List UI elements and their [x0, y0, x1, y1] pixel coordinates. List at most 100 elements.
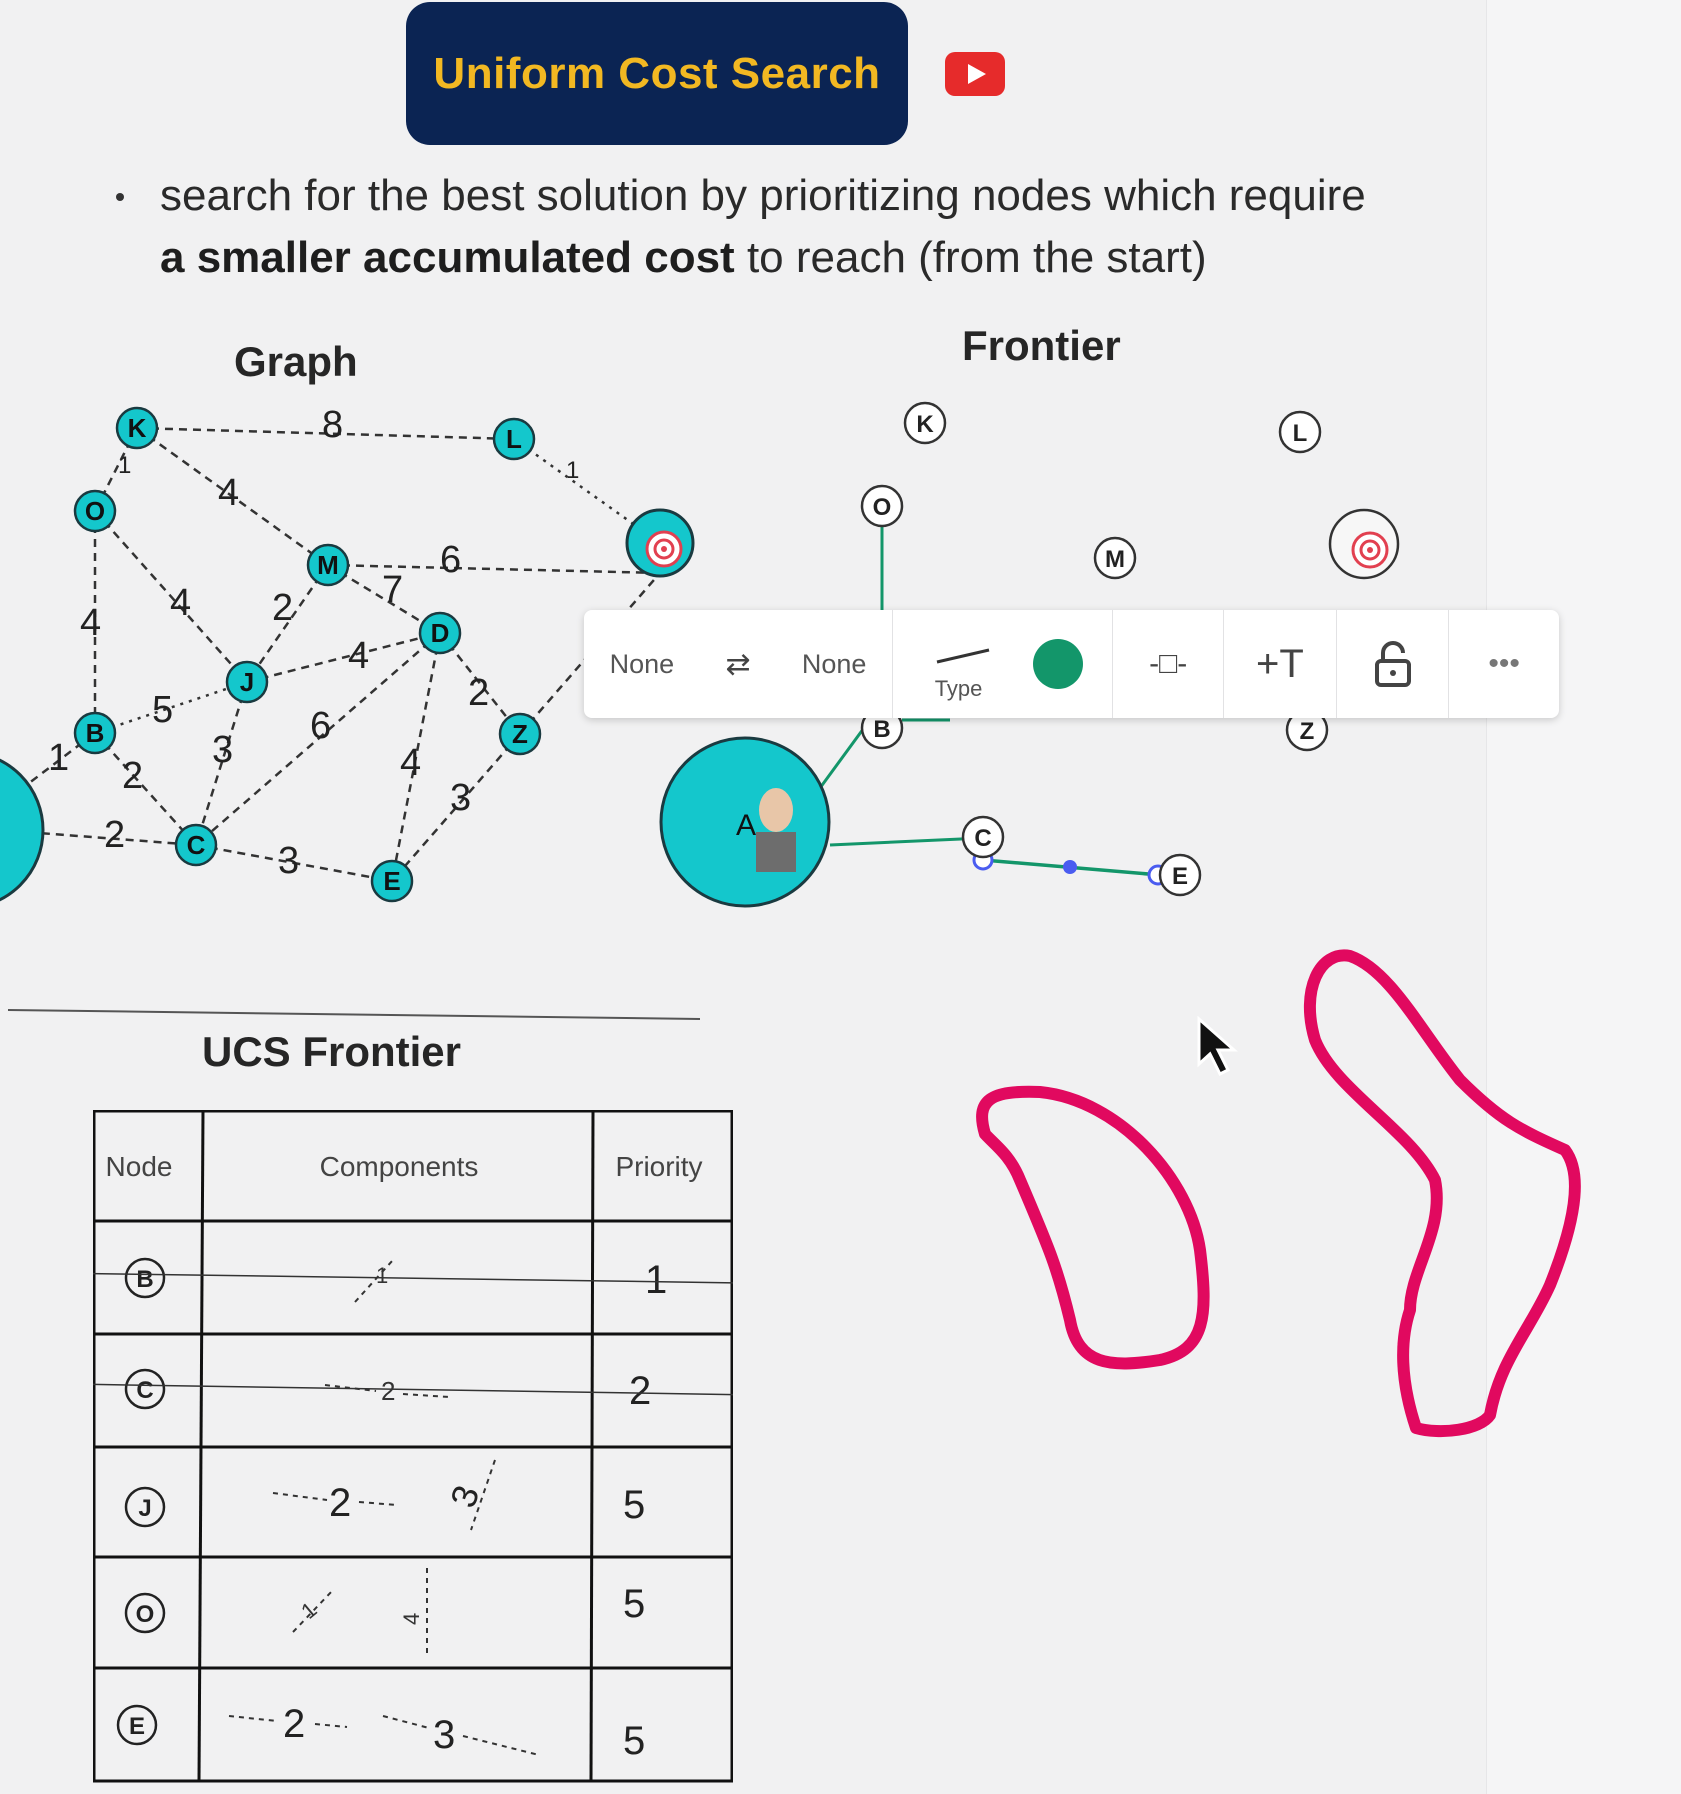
- row-node: B: [136, 1266, 153, 1293]
- edge-label: 2: [272, 587, 293, 629]
- graph-node-z: Z: [498, 712, 542, 756]
- bullet-text: search for the best solution by prioriti…: [160, 165, 1480, 289]
- line-type-icon: [936, 648, 990, 664]
- row-priority: 5: [623, 1582, 645, 1626]
- bullet-bold: a smaller accumulated cost: [160, 233, 735, 282]
- edge-label: 5: [152, 689, 173, 731]
- bullet-prefix: search for the best solution by prioriti…: [160, 171, 1366, 220]
- bullet-dot: [116, 193, 124, 201]
- strike-line: [93, 1272, 733, 1284]
- page-title: Uniform Cost Search: [433, 48, 881, 98]
- table-row: B 1 1: [93, 1257, 733, 1303]
- edge-label: 3: [212, 729, 233, 771]
- start-cap-select[interactable]: None: [610, 649, 675, 680]
- edge-label: 4: [400, 742, 421, 784]
- row-priority: 2: [629, 1369, 651, 1413]
- frontier-heading: Frontier: [962, 322, 1121, 369]
- graph-heading: Graph: [234, 338, 358, 385]
- row-component: 4: [399, 1613, 424, 1625]
- row-component: 1: [376, 1263, 388, 1288]
- line-color-swatch[interactable]: [1032, 639, 1083, 689]
- end-cap-select[interactable]: None: [802, 649, 867, 680]
- pink-ink-annotations: [976, 949, 1581, 1438]
- node-label: K: [916, 411, 934, 438]
- node-label: K: [128, 413, 147, 443]
- row-component: 2: [329, 1481, 351, 1525]
- node-label: L: [506, 424, 522, 454]
- row-component: 1: [296, 1597, 321, 1624]
- edge-label: 1: [566, 457, 579, 484]
- column-header: Node: [106, 1151, 173, 1182]
- edge-label: 4: [348, 635, 369, 677]
- row-node: O: [136, 1601, 155, 1628]
- more-dots-icon[interactable]: •••: [1488, 647, 1520, 681]
- graph-node-c: C: [174, 823, 218, 867]
- node-label: L: [1293, 420, 1308, 447]
- swap-arrows-icon[interactable]: ⇄: [725, 647, 750, 682]
- edge-label: 2: [104, 814, 125, 856]
- edge-label: 7: [382, 569, 403, 611]
- graph-node-e: E: [370, 859, 414, 903]
- graph-node-l: L: [492, 417, 536, 461]
- node-label: E: [1172, 863, 1188, 890]
- ink-shape-left: [976, 1085, 1210, 1370]
- graph-node-j: J: [225, 660, 269, 704]
- ucs-frontier-table: Node Components Priority B 1 1 C 2 2 J 2…: [93, 1110, 733, 1783]
- connector-toolbar: None ⇄ None Type -□- +T •••: [584, 610, 1559, 718]
- line-caps-group: None ⇄ None: [584, 610, 894, 718]
- node-label: C: [974, 825, 991, 852]
- graph-start-node: [0, 758, 45, 902]
- frontier-node-o: O: [860, 484, 904, 528]
- table-row: E 2 3 5: [116, 1702, 645, 1763]
- edge-label: 4: [170, 582, 191, 624]
- lock-group: [1337, 610, 1450, 718]
- edge-label: 4: [218, 472, 239, 514]
- add-text-button[interactable]: +T: [1256, 642, 1304, 687]
- column-header: Components: [320, 1151, 479, 1182]
- table-row: J 2 3 5: [124, 1459, 645, 1531]
- graph-nodes: K L O M J D B Z C E: [73, 406, 542, 903]
- row-component: 3: [433, 1713, 455, 1757]
- graph-edge-labels: 8 1 1 4 4 4 6 2 7 4 5 6 2 3 2 4 3 1 2 3: [48, 404, 579, 882]
- frontier-goal-node: [1328, 508, 1400, 580]
- node-label: J: [240, 667, 254, 697]
- edge-label: 2: [468, 672, 489, 714]
- node-label: B: [86, 718, 105, 748]
- row-component: 2: [283, 1702, 305, 1746]
- node-label: M: [317, 550, 339, 580]
- row-priority: 5: [623, 1719, 645, 1763]
- node-label: M: [1105, 546, 1125, 573]
- table-row: C 2 2: [93, 1368, 733, 1413]
- line-type-button[interactable]: Type: [923, 610, 1003, 718]
- node-label: O: [873, 494, 892, 521]
- unlock-icon[interactable]: [1373, 641, 1413, 687]
- ucs-frontier-heading: UCS Frontier: [202, 1028, 462, 1075]
- node-label: O: [85, 496, 105, 526]
- row-node: E: [129, 1713, 145, 1740]
- line-type-label: Type: [934, 676, 983, 701]
- table-header: Node Components Priority: [106, 1151, 703, 1182]
- graph-node-o: O: [73, 489, 117, 533]
- frontier-node-e: E: [1158, 853, 1202, 897]
- graph-node-d: D: [418, 611, 462, 655]
- table-row: O 1 4 5: [124, 1568, 645, 1655]
- row-priority: 5: [623, 1483, 645, 1527]
- frontier-edge-a-c: [829, 836, 984, 847]
- add-waypoint-icon[interactable]: -□-: [1149, 647, 1187, 681]
- edge-label: 1: [118, 452, 131, 479]
- column-header: Priority: [615, 1151, 702, 1182]
- edge-label: 8: [322, 404, 343, 446]
- line-style-group: Type: [893, 610, 1114, 718]
- title-banner: Uniform Cost Search: [406, 2, 908, 145]
- waypoint-group: -□-: [1113, 610, 1225, 718]
- node-label: Z: [1300, 718, 1315, 745]
- edge-label: 2: [122, 755, 143, 797]
- frontier-selection-handles: [972, 849, 1169, 886]
- start-label: A: [736, 809, 756, 842]
- graph-node-m: M: [306, 543, 350, 587]
- edge-label: 3: [450, 777, 471, 819]
- more-group: •••: [1449, 610, 1559, 718]
- add-text-group: +T: [1224, 610, 1337, 718]
- frontier-node-c: C: [961, 815, 1005, 859]
- youtube-play-icon[interactable]: [945, 52, 1005, 96]
